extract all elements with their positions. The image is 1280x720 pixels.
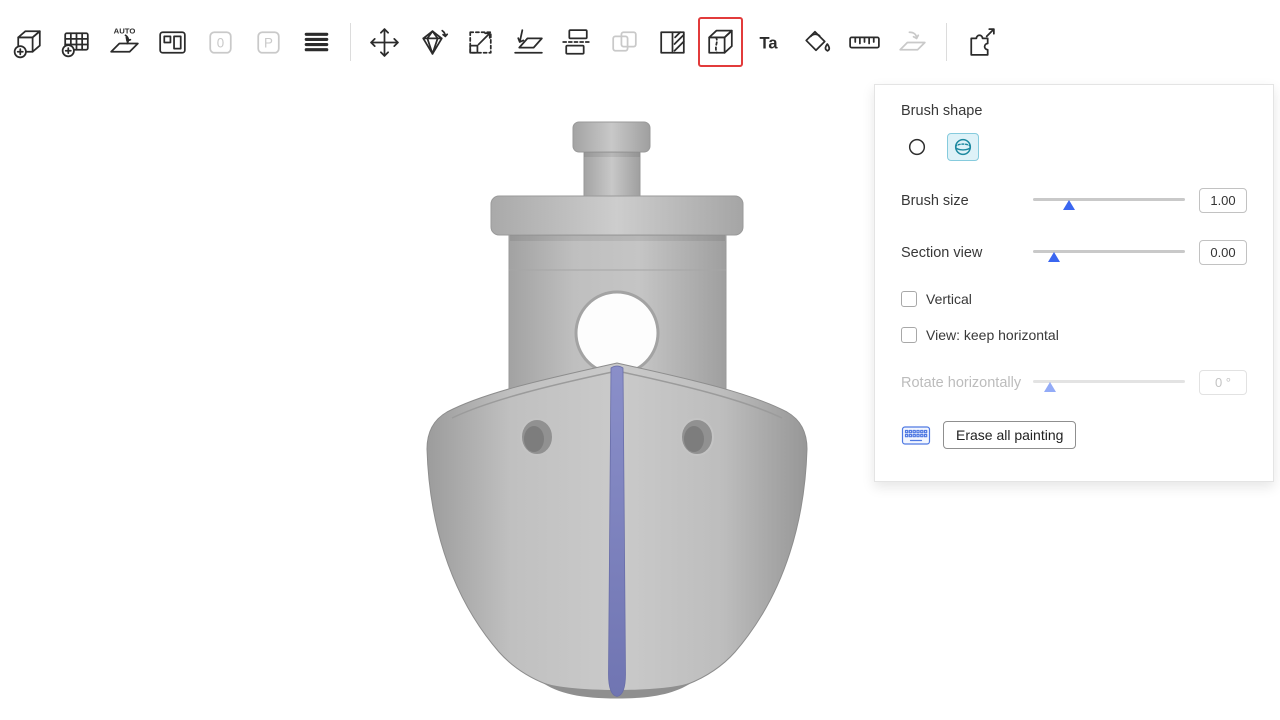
tool-add-plate[interactable] <box>54 17 99 67</box>
slider-track <box>1033 198 1185 201</box>
slider-handle[interactable] <box>1063 200 1075 210</box>
add-plate-icon <box>58 24 95 61</box>
tool-seam-painting[interactable] <box>698 17 743 67</box>
rotate-icon <box>414 24 451 61</box>
toolbar-separator <box>946 23 947 61</box>
seam-painting-icon <box>702 24 739 61</box>
tool-arrange[interactable] <box>150 17 195 67</box>
text-tool-label: Ta <box>760 34 779 52</box>
move-icon <box>366 24 403 61</box>
keyboard-shortcuts-button[interactable] <box>901 424 931 447</box>
tool-assembly <box>890 17 935 67</box>
tool-layers[interactable] <box>294 17 339 67</box>
rotate-horizontally-value: 0 ° <box>1199 370 1247 395</box>
tool-support-painting[interactable] <box>650 17 695 67</box>
tool-add-object[interactable] <box>6 17 51 67</box>
tool-place-on-face[interactable] <box>506 17 551 67</box>
tool-mesh-boolean <box>602 17 647 67</box>
tool-cut[interactable] <box>554 17 599 67</box>
brush-shape-sphere-option[interactable] <box>947 133 979 161</box>
slider-handle <box>1044 382 1056 392</box>
tool-text[interactable]: Ta <box>746 17 791 67</box>
tool-measure[interactable] <box>842 17 887 67</box>
brush-shape-circle-option[interactable] <box>901 133 933 161</box>
add-object-icon <box>10 24 47 61</box>
erase-all-painting-button[interactable]: Erase all painting <box>943 421 1076 449</box>
keep-horizontal-checkbox[interactable] <box>901 327 917 343</box>
tool-move[interactable] <box>362 17 407 67</box>
tool-color-painting[interactable] <box>794 17 839 67</box>
assembly-icon <box>894 24 931 61</box>
cut-icon <box>558 24 595 61</box>
section-view-value[interactable]: 0.00 <box>1199 240 1247 265</box>
brush-size-label: Brush size <box>901 193 1033 209</box>
vertical-checkbox-row[interactable]: Vertical <box>901 291 1247 307</box>
brush-shape-options <box>901 133 1247 161</box>
3d-viewport[interactable] <box>0 84 876 720</box>
badge-zero-label: 0 <box>217 35 224 50</box>
auto-label: AUTO <box>114 26 136 35</box>
rotate-horizontally-row: Rotate horizontally 0 ° <box>901 370 1247 395</box>
benchy-chimney <box>584 150 640 198</box>
arrange-icon <box>154 24 191 61</box>
keyboard-icon <box>901 424 931 447</box>
vertical-label: Vertical <box>926 291 972 307</box>
sphere-brush-icon <box>952 136 974 158</box>
benchy-roof <box>491 196 743 235</box>
toolbar-separator <box>350 23 351 61</box>
keep-horizontal-checkbox-row[interactable]: View: keep horizontal <box>901 327 1247 343</box>
color-painting-icon <box>798 24 835 61</box>
auto-orient-icon: AUTO <box>106 24 143 61</box>
plate-settings-icon: P <box>250 24 287 61</box>
layers-icon <box>298 24 335 61</box>
scale-icon <box>462 24 499 61</box>
tool-plate-number: 0 <box>198 17 243 67</box>
slider-track <box>1033 380 1185 383</box>
tool-auto-orient[interactable]: AUTO <box>102 17 147 67</box>
panel-actions: Erase all painting <box>901 421 1247 449</box>
assembly-view-icon <box>962 24 999 61</box>
tool-assembly-view[interactable] <box>958 17 1003 67</box>
benchy-window <box>576 292 658 374</box>
tool-scale[interactable] <box>458 17 503 67</box>
measure-icon <box>846 24 883 61</box>
section-view-row: Section view 0.00 <box>901 240 1247 265</box>
seam-paint-stripe <box>609 366 626 697</box>
text-tool-icon: Ta <box>750 24 787 61</box>
tool-plate-settings: P <box>246 17 291 67</box>
section-view-slider[interactable] <box>1033 244 1185 262</box>
brush-size-row: Brush size 1.00 <box>901 188 1247 213</box>
tool-rotate[interactable] <box>410 17 455 67</box>
benchy-model <box>0 84 876 720</box>
badge-p-label: P <box>264 35 273 50</box>
benchy-chimney-cap <box>573 122 650 152</box>
place-on-face-icon <box>510 24 547 61</box>
brush-size-slider[interactable] <box>1033 192 1185 210</box>
seam-painting-panel: Brush shape Brush size 1.00 <box>874 84 1274 482</box>
vertical-checkbox[interactable] <box>901 291 917 307</box>
plate-number-icon: 0 <box>202 24 239 61</box>
rotate-horizontally-label: Rotate horizontally <box>901 375 1033 391</box>
slicer-app: AUTO 0 P <box>0 0 1280 720</box>
brush-shape-label: Brush shape <box>901 103 1247 119</box>
rotate-horizontally-slider <box>1033 374 1185 392</box>
circle-brush-icon <box>906 136 928 158</box>
main-toolbar: AUTO 0 P <box>0 0 1280 84</box>
section-view-label: Section view <box>901 245 1033 261</box>
support-painting-icon <box>654 24 691 61</box>
slider-handle[interactable] <box>1048 252 1060 262</box>
brush-size-value[interactable]: 1.00 <box>1199 188 1247 213</box>
keep-horizontal-label: View: keep horizontal <box>926 327 1059 343</box>
mesh-boolean-icon <box>606 24 643 61</box>
